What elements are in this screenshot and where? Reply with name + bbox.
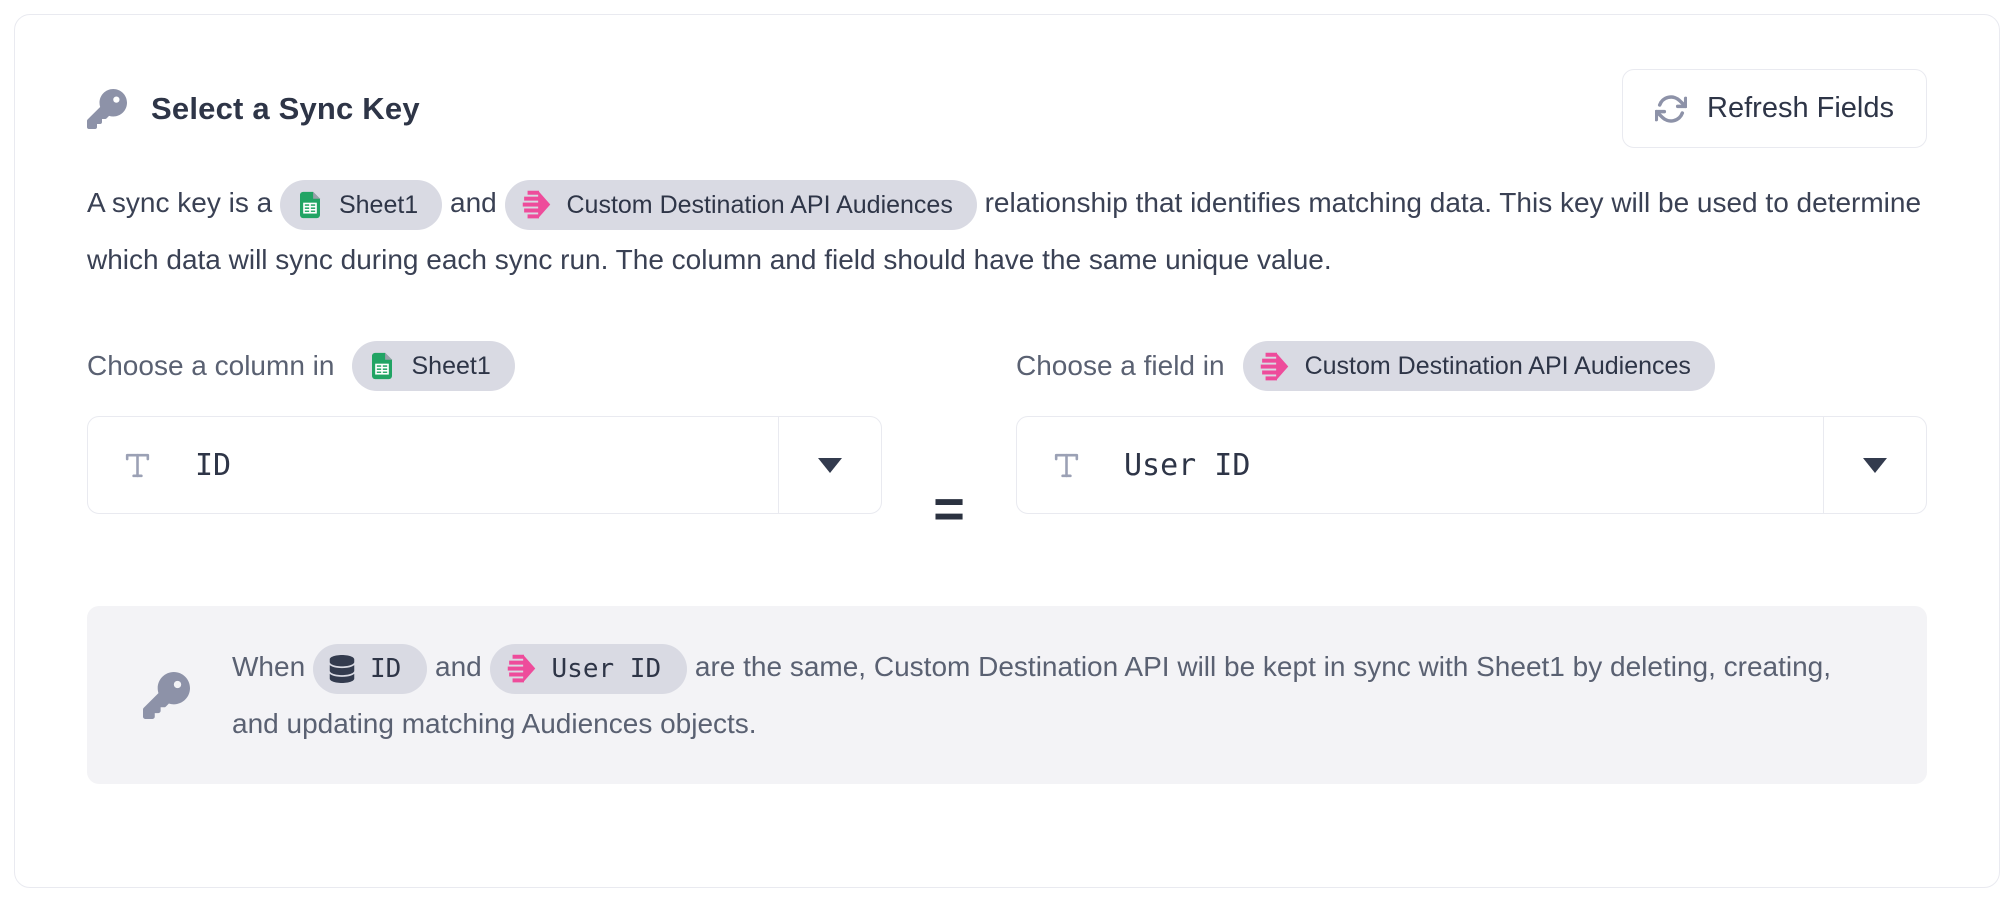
page-title-group: Select a Sync Key [87, 89, 420, 129]
field-destination-badge-label: Custom Destination API Audiences [1305, 348, 1691, 384]
column-source-badge: Sheet1 [352, 341, 514, 391]
destination-icon [505, 652, 538, 685]
equals-sign: = [882, 460, 1016, 558]
sync-summary-text: When ID and User ID are the same, Custom… [232, 638, 1881, 752]
chevron-down-icon [818, 458, 842, 473]
source-badge: Sheet1 [280, 180, 442, 230]
summary-column-badge-label: ID [370, 651, 401, 687]
field-select[interactable]: User ID [1016, 416, 1927, 514]
text-type-icon [1051, 450, 1082, 481]
column-picker-label: Choose a column in [87, 350, 334, 382]
sync-key-card: Select a Sync Key Refresh Fields A sync … [14, 14, 2000, 888]
summary-field-badge-label: User ID [552, 651, 662, 687]
description-text-1: A sync key is a [87, 187, 272, 218]
field-destination-badge: Custom Destination API Audiences [1243, 341, 1715, 391]
header-row: Select a Sync Key Refresh Fields [87, 69, 1927, 148]
refresh-fields-button[interactable]: Refresh Fields [1622, 69, 1927, 148]
field-select-caret-button[interactable] [1824, 417, 1926, 513]
summary-text-1: When [232, 651, 305, 682]
page-title: Select a Sync Key [151, 91, 420, 127]
column-select-value: ID [195, 448, 231, 483]
refresh-fields-label: Refresh Fields [1707, 92, 1894, 125]
destination-badge-label: Custom Destination API Audiences [567, 187, 953, 223]
sync-summary-box: When ID and User ID are the same, Custom… [87, 606, 1927, 784]
sync-key-description: A sync key is a Sheet1 and Custom Destin… [87, 174, 1927, 288]
destination-badge: Custom Destination API Audiences [505, 180, 977, 230]
field-picker-section: Choose a field in Custom Destination API… [1016, 340, 1927, 514]
key-icon [87, 89, 127, 129]
column-picker-section: Choose a column in Sheet1 ID [87, 340, 882, 514]
summary-column-badge: ID [313, 644, 427, 694]
source-badge-label: Sheet1 [339, 187, 418, 223]
column-source-badge-label: Sheet1 [411, 348, 490, 384]
sheets-icon [367, 351, 397, 381]
column-picker-label-group: Choose a column in Sheet1 [87, 340, 882, 392]
database-icon [328, 655, 356, 683]
refresh-icon [1655, 93, 1687, 125]
destination-icon [520, 188, 553, 221]
pickers-row: Choose a column in Sheet1 ID = Choose a … [87, 340, 1927, 558]
chevron-down-icon [1863, 458, 1887, 473]
sheets-icon [295, 190, 325, 220]
column-select-caret-button[interactable] [779, 417, 881, 513]
column-select[interactable]: ID [87, 416, 882, 514]
summary-field-badge: User ID [490, 644, 688, 694]
key-icon [143, 672, 190, 719]
destination-icon [1258, 350, 1291, 383]
field-select-value: User ID [1124, 448, 1250, 483]
description-text-2: and [450, 187, 497, 218]
text-type-icon [122, 450, 153, 481]
field-picker-label-group: Choose a field in Custom Destination API… [1016, 340, 1927, 392]
summary-text-2: and [435, 651, 482, 682]
field-picker-label: Choose a field in [1016, 350, 1225, 382]
